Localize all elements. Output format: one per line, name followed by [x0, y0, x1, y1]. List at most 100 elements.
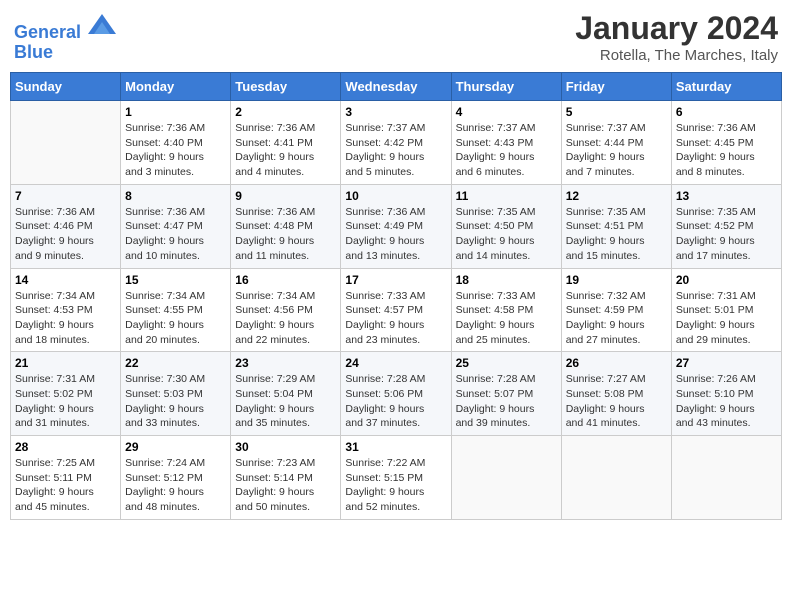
header-wednesday: Wednesday	[341, 73, 451, 101]
day-info: Sunrise: 7:25 AM Sunset: 5:11 PM Dayligh…	[15, 456, 116, 515]
day-number: 1	[125, 105, 226, 119]
calendar-empty-cell	[561, 436, 671, 520]
day-number: 16	[235, 273, 336, 287]
calendar-day-cell: 25 Sunrise: 7:28 AM Sunset: 5:07 PM Dayli…	[451, 352, 561, 436]
page-title: January 2024	[575, 10, 778, 47]
day-info: Sunrise: 7:36 AM Sunset: 4:45 PM Dayligh…	[676, 121, 777, 180]
header-friday: Friday	[561, 73, 671, 101]
day-number: 26	[566, 356, 667, 370]
calendar-day-cell: 9 Sunrise: 7:36 AM Sunset: 4:48 PM Daylig…	[231, 184, 341, 268]
day-number: 9	[235, 189, 336, 203]
day-info: Sunrise: 7:36 AM Sunset: 4:47 PM Dayligh…	[125, 205, 226, 264]
day-number: 19	[566, 273, 667, 287]
logo: General Blue	[14, 10, 116, 63]
day-number: 8	[125, 189, 226, 203]
calendar-day-cell: 8 Sunrise: 7:36 AM Sunset: 4:47 PM Daylig…	[121, 184, 231, 268]
calendar-day-cell: 24 Sunrise: 7:28 AM Sunset: 5:06 PM Dayli…	[341, 352, 451, 436]
day-info: Sunrise: 7:34 AM Sunset: 4:55 PM Dayligh…	[125, 289, 226, 348]
day-number: 3	[345, 105, 446, 119]
calendar-empty-cell	[451, 436, 561, 520]
day-info: Sunrise: 7:24 AM Sunset: 5:12 PM Dayligh…	[125, 456, 226, 515]
calendar-day-cell: 22 Sunrise: 7:30 AM Sunset: 5:03 PM Dayli…	[121, 352, 231, 436]
day-number: 5	[566, 105, 667, 119]
day-info: Sunrise: 7:33 AM Sunset: 4:58 PM Dayligh…	[456, 289, 557, 348]
calendar-day-cell: 13 Sunrise: 7:35 AM Sunset: 4:52 PM Dayli…	[671, 184, 781, 268]
calendar-day-cell: 28 Sunrise: 7:25 AM Sunset: 5:11 PM Dayli…	[11, 436, 121, 520]
calendar-day-cell: 16 Sunrise: 7:34 AM Sunset: 4:56 PM Dayli…	[231, 268, 341, 352]
calendar-day-cell: 19 Sunrise: 7:32 AM Sunset: 4:59 PM Dayli…	[561, 268, 671, 352]
calendar-day-cell: 17 Sunrise: 7:33 AM Sunset: 4:57 PM Dayli…	[341, 268, 451, 352]
logo-blue: Blue	[14, 42, 53, 62]
calendar-day-cell: 11 Sunrise: 7:35 AM Sunset: 4:50 PM Dayli…	[451, 184, 561, 268]
day-number: 24	[345, 356, 446, 370]
day-info: Sunrise: 7:35 AM Sunset: 4:50 PM Dayligh…	[456, 205, 557, 264]
calendar-day-cell: 20 Sunrise: 7:31 AM Sunset: 5:01 PM Dayli…	[671, 268, 781, 352]
calendar-day-cell: 21 Sunrise: 7:31 AM Sunset: 5:02 PM Dayli…	[11, 352, 121, 436]
day-info: Sunrise: 7:35 AM Sunset: 4:51 PM Dayligh…	[566, 205, 667, 264]
calendar-day-cell: 26 Sunrise: 7:27 AM Sunset: 5:08 PM Dayli…	[561, 352, 671, 436]
day-number: 4	[456, 105, 557, 119]
day-info: Sunrise: 7:30 AM Sunset: 5:03 PM Dayligh…	[125, 372, 226, 431]
calendar-week-row: 1 Sunrise: 7:36 AM Sunset: 4:40 PM Daylig…	[11, 101, 782, 185]
day-info: Sunrise: 7:37 AM Sunset: 4:44 PM Dayligh…	[566, 121, 667, 180]
calendar-header-row: SundayMondayTuesdayWednesdayThursdayFrid…	[11, 73, 782, 101]
day-number: 15	[125, 273, 226, 287]
day-number: 17	[345, 273, 446, 287]
day-info: Sunrise: 7:28 AM Sunset: 5:06 PM Dayligh…	[345, 372, 446, 431]
day-number: 11	[456, 189, 557, 203]
calendar-day-cell: 31Sunrise: 7:22 AM Sunset: 5:15 PM Dayli…	[341, 436, 451, 520]
day-number: 13	[676, 189, 777, 203]
day-number: 21	[15, 356, 116, 370]
day-number: 28	[15, 440, 116, 454]
day-number: 6	[676, 105, 777, 119]
day-info: Sunrise: 7:36 AM Sunset: 4:48 PM Dayligh…	[235, 205, 336, 264]
day-number: 25	[456, 356, 557, 370]
header-sunday: Sunday	[11, 73, 121, 101]
day-info: Sunrise: 7:36 AM Sunset: 4:41 PM Dayligh…	[235, 121, 336, 180]
day-number: 14	[15, 273, 116, 287]
day-info: Sunrise: 7:23 AM Sunset: 5:14 PM Dayligh…	[235, 456, 336, 515]
day-info: Sunrise: 7:29 AM Sunset: 5:04 PM Dayligh…	[235, 372, 336, 431]
calendar-day-cell: 29 Sunrise: 7:24 AM Sunset: 5:12 PM Dayli…	[121, 436, 231, 520]
calendar-week-row: 7Sunrise: 7:36 AM Sunset: 4:46 PM Daylig…	[11, 184, 782, 268]
day-number: 22	[125, 356, 226, 370]
header-saturday: Saturday	[671, 73, 781, 101]
calendar-day-cell: 5 Sunrise: 7:37 AM Sunset: 4:44 PM Daylig…	[561, 101, 671, 185]
day-info: Sunrise: 7:37 AM Sunset: 4:42 PM Dayligh…	[345, 121, 446, 180]
calendar-day-cell: 3 Sunrise: 7:37 AM Sunset: 4:42 PM Daylig…	[341, 101, 451, 185]
day-number: 20	[676, 273, 777, 287]
day-info: Sunrise: 7:36 AM Sunset: 4:40 PM Dayligh…	[125, 121, 226, 180]
day-info: Sunrise: 7:34 AM Sunset: 4:56 PM Dayligh…	[235, 289, 336, 348]
header-thursday: Thursday	[451, 73, 561, 101]
day-info: Sunrise: 7:33 AM Sunset: 4:57 PM Dayligh…	[345, 289, 446, 348]
day-number: 12	[566, 189, 667, 203]
day-info: Sunrise: 7:28 AM Sunset: 5:07 PM Dayligh…	[456, 372, 557, 431]
page-subtitle: Rotella, The Marches, Italy	[575, 47, 778, 64]
calendar-week-row: 21 Sunrise: 7:31 AM Sunset: 5:02 PM Dayli…	[11, 352, 782, 436]
calendar-day-cell: 27Sunrise: 7:26 AM Sunset: 5:10 PM Dayli…	[671, 352, 781, 436]
day-number: 29	[125, 440, 226, 454]
calendar-day-cell: 15 Sunrise: 7:34 AM Sunset: 4:55 PM Dayli…	[121, 268, 231, 352]
day-info: Sunrise: 7:35 AM Sunset: 4:52 PM Dayligh…	[676, 205, 777, 264]
day-info: Sunrise: 7:34 AM Sunset: 4:53 PM Dayligh…	[15, 289, 116, 348]
calendar-day-cell: 6 Sunrise: 7:36 AM Sunset: 4:45 PM Daylig…	[671, 101, 781, 185]
calendar-day-cell: 14 Sunrise: 7:34 AM Sunset: 4:53 PM Dayli…	[11, 268, 121, 352]
logo-icon	[88, 10, 116, 38]
calendar-table: SundayMondayTuesdayWednesdayThursdayFrid…	[10, 72, 782, 520]
header-tuesday: Tuesday	[231, 73, 341, 101]
calendar-day-cell: 10Sunrise: 7:36 AM Sunset: 4:49 PM Dayli…	[341, 184, 451, 268]
calendar-week-row: 28 Sunrise: 7:25 AM Sunset: 5:11 PM Dayli…	[11, 436, 782, 520]
calendar-empty-cell	[671, 436, 781, 520]
day-number: 30	[235, 440, 336, 454]
day-info: Sunrise: 7:27 AM Sunset: 5:08 PM Dayligh…	[566, 372, 667, 431]
calendar-day-cell: 18Sunrise: 7:33 AM Sunset: 4:58 PM Dayli…	[451, 268, 561, 352]
day-info: Sunrise: 7:31 AM Sunset: 5:02 PM Dayligh…	[15, 372, 116, 431]
day-info: Sunrise: 7:31 AM Sunset: 5:01 PM Dayligh…	[676, 289, 777, 348]
day-number: 7	[15, 189, 116, 203]
day-info: Sunrise: 7:32 AM Sunset: 4:59 PM Dayligh…	[566, 289, 667, 348]
day-info: Sunrise: 7:36 AM Sunset: 4:49 PM Dayligh…	[345, 205, 446, 264]
calendar-day-cell: 7Sunrise: 7:36 AM Sunset: 4:46 PM Daylig…	[11, 184, 121, 268]
title-area: January 2024 Rotella, The Marches, Italy	[575, 10, 778, 64]
page-header: General Blue January 2024 Rotella, The M…	[10, 10, 782, 64]
calendar-week-row: 14 Sunrise: 7:34 AM Sunset: 4:53 PM Dayli…	[11, 268, 782, 352]
